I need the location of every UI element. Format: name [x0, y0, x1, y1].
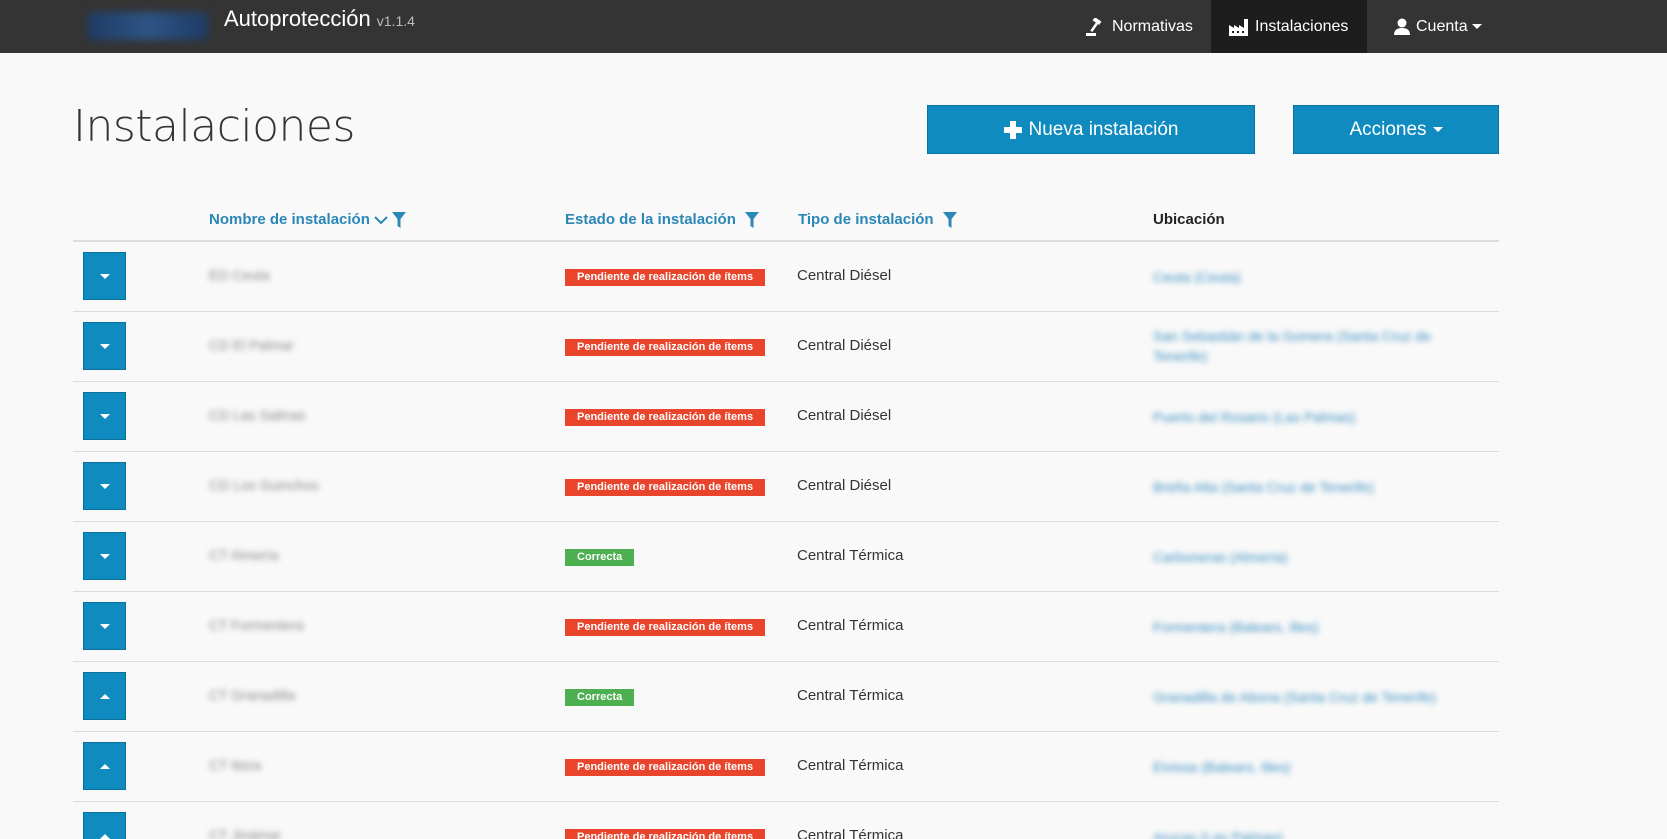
row-collapse-button[interactable] — [83, 742, 126, 790]
actions-dropdown-button[interactable]: Acciones — [1293, 105, 1499, 154]
installation-name[interactable]: CT Granadilla — [209, 687, 295, 703]
nav-normativas-label: Normativas — [1112, 17, 1193, 35]
installation-name[interactable]: CD El Palmar — [209, 337, 294, 353]
installation-name[interactable]: CD Los Guinchos — [209, 477, 319, 493]
table-row: ED Ceuta Pendiente de realización de íte… — [73, 242, 1499, 312]
status-badge: Pendiente de realización de ítems — [565, 269, 766, 286]
caret-down-icon — [99, 483, 110, 489]
row-collapse-button[interactable] — [83, 812, 126, 839]
status-badge: Pendiente de realización de ítems — [565, 339, 766, 356]
row-expand-button[interactable] — [83, 602, 126, 650]
installation-name[interactable]: CT Jinámar — [209, 827, 281, 839]
installation-type: Central Diésel — [797, 477, 892, 494]
nav-instalaciones-label: Instalaciones — [1255, 17, 1349, 35]
caret-down-icon — [99, 343, 110, 349]
installation-type: Central Diésel — [797, 407, 892, 424]
installation-name[interactable]: CT Ibiza — [209, 757, 261, 773]
filter-icon[interactable] — [744, 211, 759, 228]
location-link[interactable]: Granadilla de Abona (Santa Cruz de Tener… — [1153, 687, 1483, 707]
column-header-status[interactable]: Estado de la instalación — [565, 211, 759, 228]
column-header-location-label: Ubicación — [1153, 211, 1225, 228]
installation-name[interactable]: CD Las Salinas — [209, 407, 306, 423]
row-expand-button[interactable] — [83, 462, 126, 510]
installation-type: Central Térmica — [797, 617, 904, 634]
plus-icon — [1003, 120, 1022, 139]
column-header-name[interactable]: Nombre de instalación — [209, 211, 406, 228]
nav-normativas[interactable]: Normativas — [1068, 0, 1211, 53]
installation-type: Central Térmica — [797, 547, 904, 564]
installation-type: Central Térmica — [797, 757, 904, 774]
sort-chevron-down-icon[interactable] — [374, 215, 388, 225]
status-badge: Pendiente de realización de ítems — [565, 829, 766, 839]
factory-icon — [1229, 18, 1248, 36]
location-link[interactable]: Puerto del Rosario (Las Palmas) — [1153, 407, 1483, 427]
row-expand-button[interactable] — [83, 322, 126, 370]
caret-down-icon — [99, 623, 110, 629]
installation-name[interactable]: CT Almería — [209, 547, 279, 563]
caret-down-icon — [99, 273, 110, 279]
caret-down-icon — [99, 413, 110, 419]
column-header-type[interactable]: Tipo de instalación — [798, 211, 957, 228]
gavel-icon — [1086, 17, 1102, 36]
column-header-name-label: Nombre de instalación — [209, 211, 370, 228]
chevron-down-icon — [1432, 127, 1443, 132]
table-row: CD Los Guinchos Pendiente de realización… — [73, 452, 1499, 522]
installation-type: Central Térmica — [797, 687, 904, 704]
nav-cuenta-label: Cuenta — [1416, 17, 1468, 35]
installation-name[interactable]: ED Ceuta — [209, 267, 270, 283]
installation-type: Central Térmica — [797, 827, 904, 839]
page-title: Instalaciones — [73, 101, 355, 152]
installation-type: Central Diésel — [797, 337, 892, 354]
row-expand-button[interactable] — [83, 392, 126, 440]
column-header-location: Ubicación — [1153, 211, 1225, 228]
row-expand-button[interactable] — [83, 532, 126, 580]
location-link[interactable]: Eivissa (Balears, Illes) — [1153, 757, 1483, 777]
installation-type: Central Diésel — [797, 267, 892, 284]
table-row: CT Jinámar Pendiente de realización de í… — [73, 802, 1499, 839]
location-link[interactable]: Carboneras (Almería) — [1153, 547, 1483, 567]
status-badge: Pendiente de realización de ítems — [565, 409, 766, 426]
caret-up-icon — [99, 693, 110, 699]
filter-icon[interactable] — [391, 211, 406, 228]
location-link[interactable]: San Sebastián de la Gomera (Santa Cruz d… — [1153, 326, 1483, 366]
table-row: CT Granadilla Correcta Central Térmica G… — [73, 662, 1499, 732]
location-link[interactable]: Formentera (Balears, Illes) — [1153, 617, 1483, 637]
company-logo[interactable] — [88, 12, 208, 40]
navbar: Autoprotección v1.1.4 Normativas Instalac… — [0, 0, 1667, 53]
new-installation-button[interactable]: Nueva instalación — [927, 105, 1255, 154]
caret-up-icon — [99, 763, 110, 769]
table-row: CT Formentera Pendiente de realización d… — [73, 592, 1499, 662]
installation-name[interactable]: CT Formentera — [209, 617, 304, 633]
nav-instalaciones[interactable]: Instalaciones — [1211, 0, 1367, 53]
location-link[interactable]: Breña Alta (Santa Cruz de Tenerife) — [1153, 477, 1483, 497]
location-link[interactable]: Ceuta (Ceuta) — [1153, 267, 1483, 287]
caret-up-icon — [99, 833, 110, 839]
table-row: CD El Palmar Pendiente de realización de… — [73, 312, 1499, 382]
status-badge: Pendiente de realización de ítems — [565, 759, 766, 776]
actions-label: Acciones — [1349, 118, 1427, 140]
caret-down-icon — [99, 553, 110, 559]
row-expand-button[interactable] — [83, 252, 126, 300]
chevron-down-icon — [1471, 24, 1482, 29]
table-row: CT Ibiza Pendiente de realización de íte… — [73, 732, 1499, 802]
user-icon — [1394, 18, 1410, 35]
status-badge: Pendiente de realización de ítems — [565, 619, 766, 636]
status-badge: Correcta — [565, 549, 635, 566]
filter-icon[interactable] — [942, 211, 957, 228]
row-collapse-button[interactable] — [83, 672, 126, 720]
column-header-type-label: Tipo de instalación — [798, 211, 934, 228]
app-version: v1.1.4 — [376, 13, 415, 29]
app-brand[interactable]: Autoprotección v1.1.4 — [224, 6, 415, 32]
status-badge: Pendiente de realización de ítems — [565, 479, 766, 496]
column-header-status-label: Estado de la instalación — [565, 211, 736, 228]
nav-cuenta-dropdown[interactable]: Cuenta — [1376, 0, 1500, 53]
table-row: CD Las Salinas Pendiente de realización … — [73, 382, 1499, 452]
new-installation-label: Nueva instalación — [1028, 118, 1179, 140]
status-badge: Correcta — [565, 689, 635, 706]
location-link[interactable]: Arucas (Las Palmas) — [1153, 827, 1483, 839]
app-title: Autoprotección — [224, 6, 371, 31]
table-row: CT Almería Correcta Central Térmica Carb… — [73, 522, 1499, 592]
